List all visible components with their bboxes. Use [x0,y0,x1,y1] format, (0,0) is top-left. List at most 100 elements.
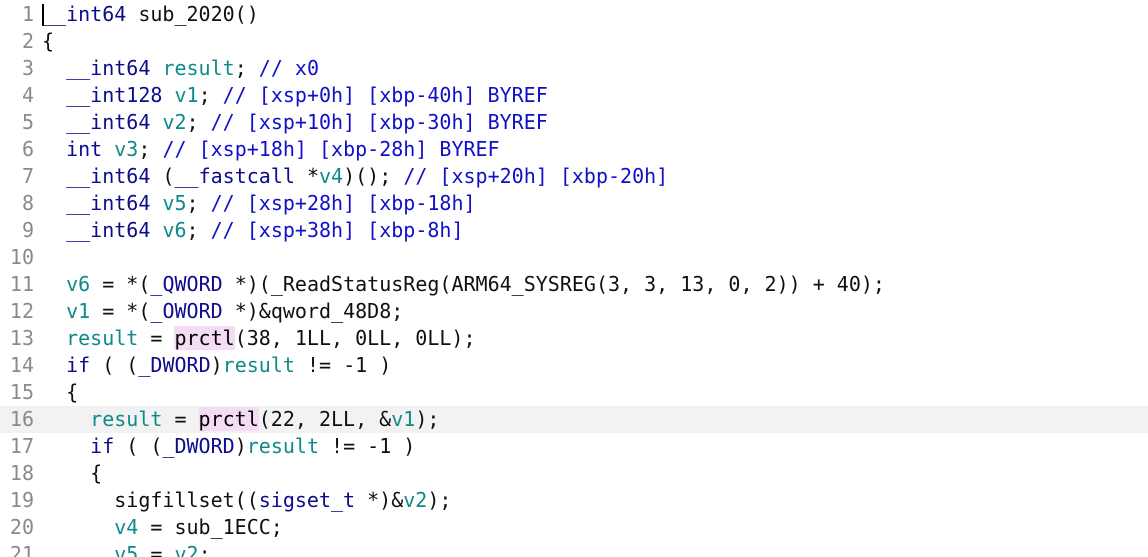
code-token[interactable]: qword_48D8 [271,299,391,323]
code-text[interactable]: __int64 (__fastcall *v4)(); // [xsp+20h]… [42,163,668,190]
code-text[interactable]: if ( (_DWORD)result != -1 ) [42,433,415,460]
code-token: = *( [90,272,151,296]
code-line[interactable]: 18 { [0,460,1148,487]
code-token[interactable]: v4 [114,515,138,539]
code-line[interactable]: 12 v1 = *(_OWORD *)&qword_48D8; [0,298,1148,325]
code-token[interactable]: sub_1ECC [174,515,270,539]
code-token: __int64 [66,110,151,134]
code-token: // [xsp+0h] [xbp-40h] BYREF [222,83,548,107]
code-text[interactable]: v1 = *(_OWORD *)&qword_48D8; [42,298,403,325]
code-token[interactable]: sigfillset [114,488,234,512]
code-token: __fastcall [174,164,295,188]
code-token: // x0 [258,56,319,80]
code-line[interactable]: 17 if ( (_DWORD)result != -1 ) [0,433,1148,460]
code-line[interactable]: 5 __int64 v2; // [xsp+10h] [xbp-30h] BYR… [0,109,1148,136]
code-text[interactable]: __int64 v2; // [xsp+10h] [xbp-30h] BYREF [42,109,548,136]
code-text[interactable]: __int128 v1; // [xsp+0h] [xbp-40h] BYREF [42,82,548,109]
code-text[interactable]: __int64 v6; // [xsp+38h] [xbp-8h] [42,217,463,244]
code-line[interactable]: 4 __int128 v1; // [xsp+0h] [xbp-40h] BYR… [0,82,1148,109]
code-token[interactable]: v6 [66,272,90,296]
code-token[interactable]: result [223,353,295,377]
code-line[interactable]: 20 v4 = sub_1ECC; [0,514,1148,541]
code-token: sub_2020() [126,2,259,26]
code-token[interactable]: v2 [162,110,186,134]
pseudocode-editor[interactable]: 1 __int64 sub_2020() 2{3 __int64 result; /… [0,0,1148,557]
code-line[interactable]: 7 __int64 (__fastcall *v4)(); // [xsp+20… [0,163,1148,190]
code-line[interactable]: 2{ [0,28,1148,55]
code-line[interactable]: 16 result = prctl(22, 2LL, &v1); [0,406,1148,433]
highlighted-symbol[interactable]: prctl [198,407,259,431]
code-token[interactable]: v1 [391,407,415,431]
line-number: 6 [21,137,34,161]
code-token: ); [415,407,440,431]
code-line[interactable]: 14 if ( (_DWORD)result != -1 ) [0,352,1148,379]
code-token: (38, 1LL, 0LL, 0LL); [234,326,476,350]
code-line[interactable]: 8 __int64 v5; // [xsp+28h] [xbp-18h] [0,190,1148,217]
line-number: 15 [9,380,34,404]
line-number: 5 [21,110,34,134]
code-line[interactable]: 13 result = prctl(38, 1LL, 0LL, 0LL); [0,325,1148,352]
code-line[interactable]: 6 int v3; // [xsp+18h] [xbp-28h] BYREF [0,136,1148,163]
highlighted-symbol[interactable]: prctl [174,326,235,350]
code-text[interactable]: sigfillset((sigset_t *)&v2); [42,487,451,514]
code-text[interactable]: v4 = sub_1ECC; [42,514,283,541]
code-text[interactable]: { [42,460,102,487]
code-token: _DWORD [162,434,235,458]
code-token[interactable]: v4 [319,164,343,188]
code-token: ) [210,353,223,377]
code-token[interactable]: v3 [114,137,138,161]
code-token[interactable]: v1 [174,83,198,107]
code-line[interactable]: 3 __int64 result; // x0 [0,55,1148,82]
code-token: __int64 [66,56,151,80]
code-line[interactable]: 15 { [0,379,1148,406]
code-token[interactable]: ARM64_SYSREG [451,272,596,296]
code-text[interactable]: { [42,379,78,406]
code-line[interactable]: 11 v6 = *(_QWORD *)(_ReadStatusReg(ARM64… [0,271,1148,298]
code-text[interactable]: if ( (_DWORD)result != -1 ) [42,352,391,379]
code-text[interactable]: __int64 v5; // [xsp+28h] [xbp-18h] [42,190,475,217]
code-token[interactable]: v2 [403,488,427,512]
code-token[interactable]: v1 [66,299,90,323]
code-text[interactable]: v5 = v2; [42,541,210,557]
code-token: __int64 [66,164,151,188]
code-token[interactable]: v6 [162,218,186,242]
code-text[interactable]: { [42,28,54,55]
code-token[interactable]: result [247,434,319,458]
code-text[interactable]: int v3; // [xsp+18h] [xbp-28h] BYREF [42,136,500,163]
code-token: ); [427,488,452,512]
code-token[interactable]: _ReadStatusReg [271,272,440,296]
code-token[interactable]: result [90,407,162,431]
code-line[interactable]: 9 __int64 v6; // [xsp+38h] [xbp-8h] [0,217,1148,244]
code-token: ; [391,299,404,323]
code-line[interactable]: 10 [0,244,1148,271]
code-token: = [162,407,199,431]
code-token[interactable]: v2 [174,542,198,557]
code-text[interactable]: result = prctl(22, 2LL, &v1); [42,406,439,433]
code-text[interactable]: __int64 sub_2020() [42,1,259,28]
code-token: != -1 ) [318,434,416,458]
code-token: __int128 [66,83,163,107]
code-line[interactable]: 21 v5 = v2; [0,541,1148,557]
code-token: // [xsp+20h] [xbp-20h] [403,164,669,188]
code-text[interactable]: result = prctl(38, 1LL, 0LL, 0LL); [42,325,476,352]
code-token[interactable]: v5 [114,542,138,557]
code-token: if [66,353,91,377]
code-text[interactable]: v6 = *(_QWORD *)(_ReadStatusReg(ARM64_SY… [42,271,885,298]
text-cursor [42,4,44,26]
code-token[interactable]: result [162,56,234,80]
code-token: _QWORD [150,272,223,296]
code-token: ; [234,56,259,80]
code-token[interactable]: result [66,326,138,350]
code-line[interactable]: 1 __int64 sub_2020() [0,1,1148,28]
code-text[interactable]: __int64 result; // x0 [42,55,319,82]
code-line[interactable]: 19 sigfillset((sigset_t *)&v2); [0,487,1148,514]
code-token[interactable]: v5 [162,191,186,215]
code-token: { [42,29,55,53]
